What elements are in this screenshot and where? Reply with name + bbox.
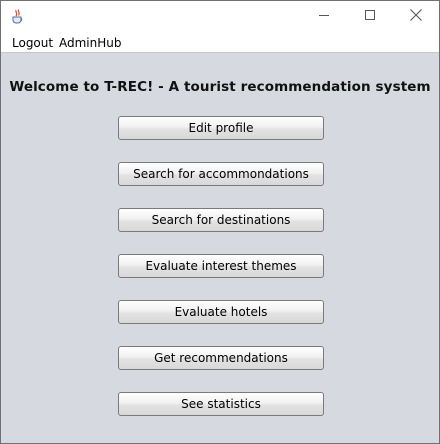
search-destinations-button[interactable]: Search for destinations — [118, 208, 324, 232]
minimize-button[interactable] — [301, 1, 347, 31]
menu-bar: Logout AdminHub — [1, 31, 439, 53]
main-panel: Welcome to T-REC! - A tourist recommenda… — [1, 54, 439, 443]
java-cup-icon — [10, 8, 26, 24]
minimize-icon — [319, 15, 329, 16]
maximize-button[interactable] — [347, 1, 393, 31]
menu-adminhub[interactable]: AdminHub — [57, 35, 124, 51]
application-window: Logout AdminHub Welcome to T-REC! - A to… — [0, 0, 440, 444]
get-recommendations-button[interactable]: Get recommendations — [118, 346, 324, 370]
close-icon — [410, 9, 422, 21]
evaluate-hotels-button[interactable]: Evaluate hotels — [118, 300, 324, 324]
evaluate-interest-themes-button[interactable]: Evaluate interest themes — [118, 254, 324, 278]
welcome-heading: Welcome to T-REC! - A tourist recommenda… — [9, 79, 431, 95]
see-statistics-button[interactable]: See statistics — [118, 392, 324, 416]
menu-logout[interactable]: Logout — [10, 35, 55, 51]
maximize-icon — [365, 10, 375, 20]
search-accommodations-button[interactable]: Search for accommondations — [118, 162, 324, 186]
title-bar[interactable] — [1, 1, 439, 31]
edit-profile-button[interactable]: Edit profile — [118, 116, 324, 140]
close-button[interactable] — [393, 1, 439, 31]
